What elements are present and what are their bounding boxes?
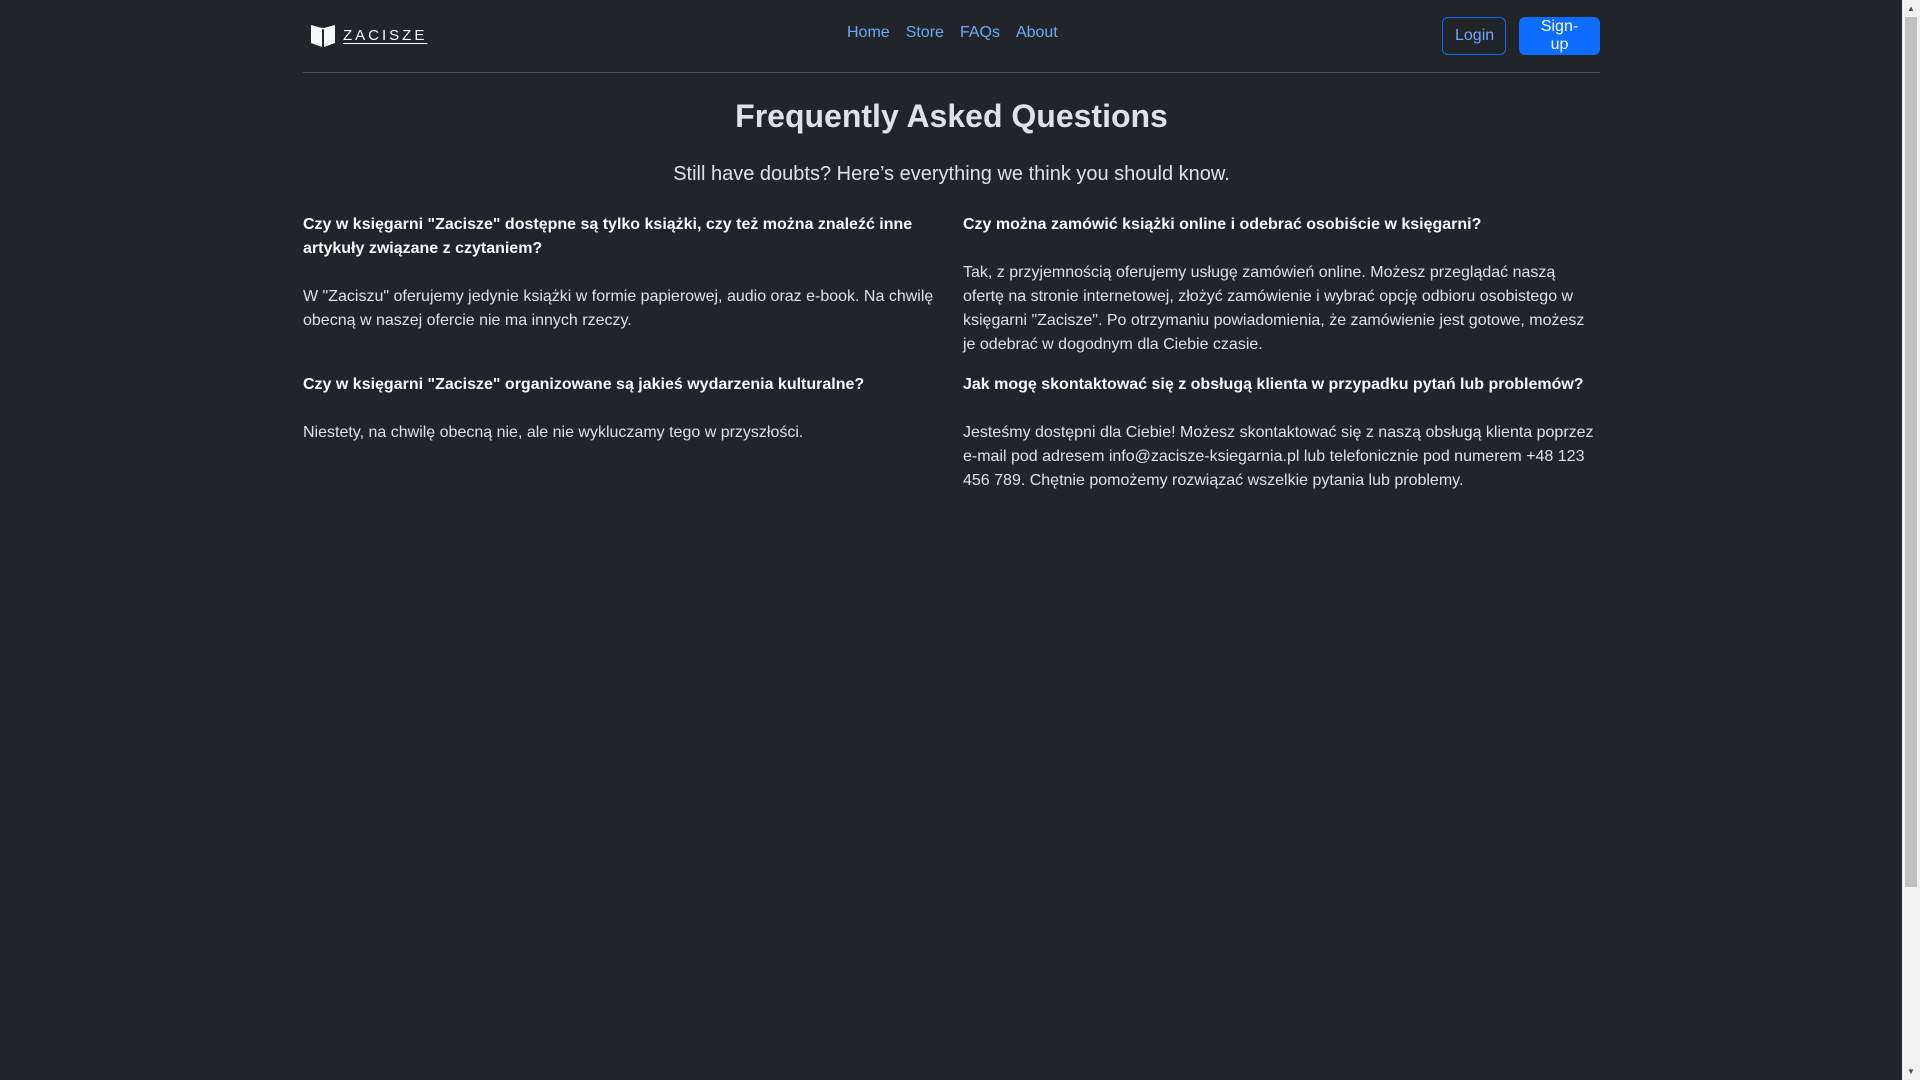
faq-question: Czy można zamówić książki online i odebr… [963,216,1482,233]
nav-faqs[interactable]: FAQs [960,24,1000,42]
main-container: ZACISZE Home Store FAQs About Login Sign… [303,0,1600,489]
faq-question: Jak mogę skontaktować się z obsługą klie… [963,376,1584,393]
faq-item: Jak mogę skontaktować się z obsługą klie… [963,373,1597,493]
signup-button[interactable]: Sign-up [1519,17,1600,55]
page-title: Frequently Asked Questions [735,98,1168,134]
page: ZACISZE Home Store FAQs About Login Sign… [0,0,1902,1080]
faq-item: Czy można zamówić książki online i odebr… [963,213,1597,357]
main-nav: Home Store FAQs About [847,24,1058,42]
brand-logo-link[interactable]: ZACISZE [309,22,427,48]
faq-item: Czy w księgarni "Zacisze" dostępne są ty… [303,213,937,333]
scroll-up-arrow-icon[interactable]: ▲ [1902,0,1920,17]
faq-answer: Tak, z przyjemnością oferujemy usługę za… [963,264,1585,353]
faq-item: Czy w księgarni "Zacisze" organizowane s… [303,373,937,445]
vertical-scrollbar[interactable]: ▲ ▼ [1902,0,1920,1080]
login-button[interactable]: Login [1442,17,1506,55]
faq-question: Czy w księgarni "Zacisze" dostępne są ty… [303,216,913,257]
faq-answer: Niestety, na chwilę obecną nie, ale nie … [303,424,804,441]
open-book-icon [309,22,337,48]
scrollbar-thumb[interactable] [1905,17,1917,887]
site-header: ZACISZE Home Store FAQs About Login Sign… [303,0,1600,73]
nav-home[interactable]: Home [847,24,890,42]
brand-name: ZACISZE [343,26,428,44]
nav-store[interactable]: Store [906,24,944,42]
nav-about[interactable]: About [1016,24,1058,42]
faq-answer: W "Zaciszu" oferujemy jedynie książki w … [303,288,934,329]
scroll-down-arrow-icon[interactable]: ▼ [1902,1063,1920,1080]
faq-question: Czy w księgarni "Zacisze" organizowane s… [303,376,865,393]
auth-buttons: Login Sign-up [1442,17,1600,55]
page-subtitle: Still have doubts? Here’s everything we … [673,163,1230,185]
faq-answer: Jesteśmy dostępni dla Ciebie! Możesz sko… [963,424,1594,489]
